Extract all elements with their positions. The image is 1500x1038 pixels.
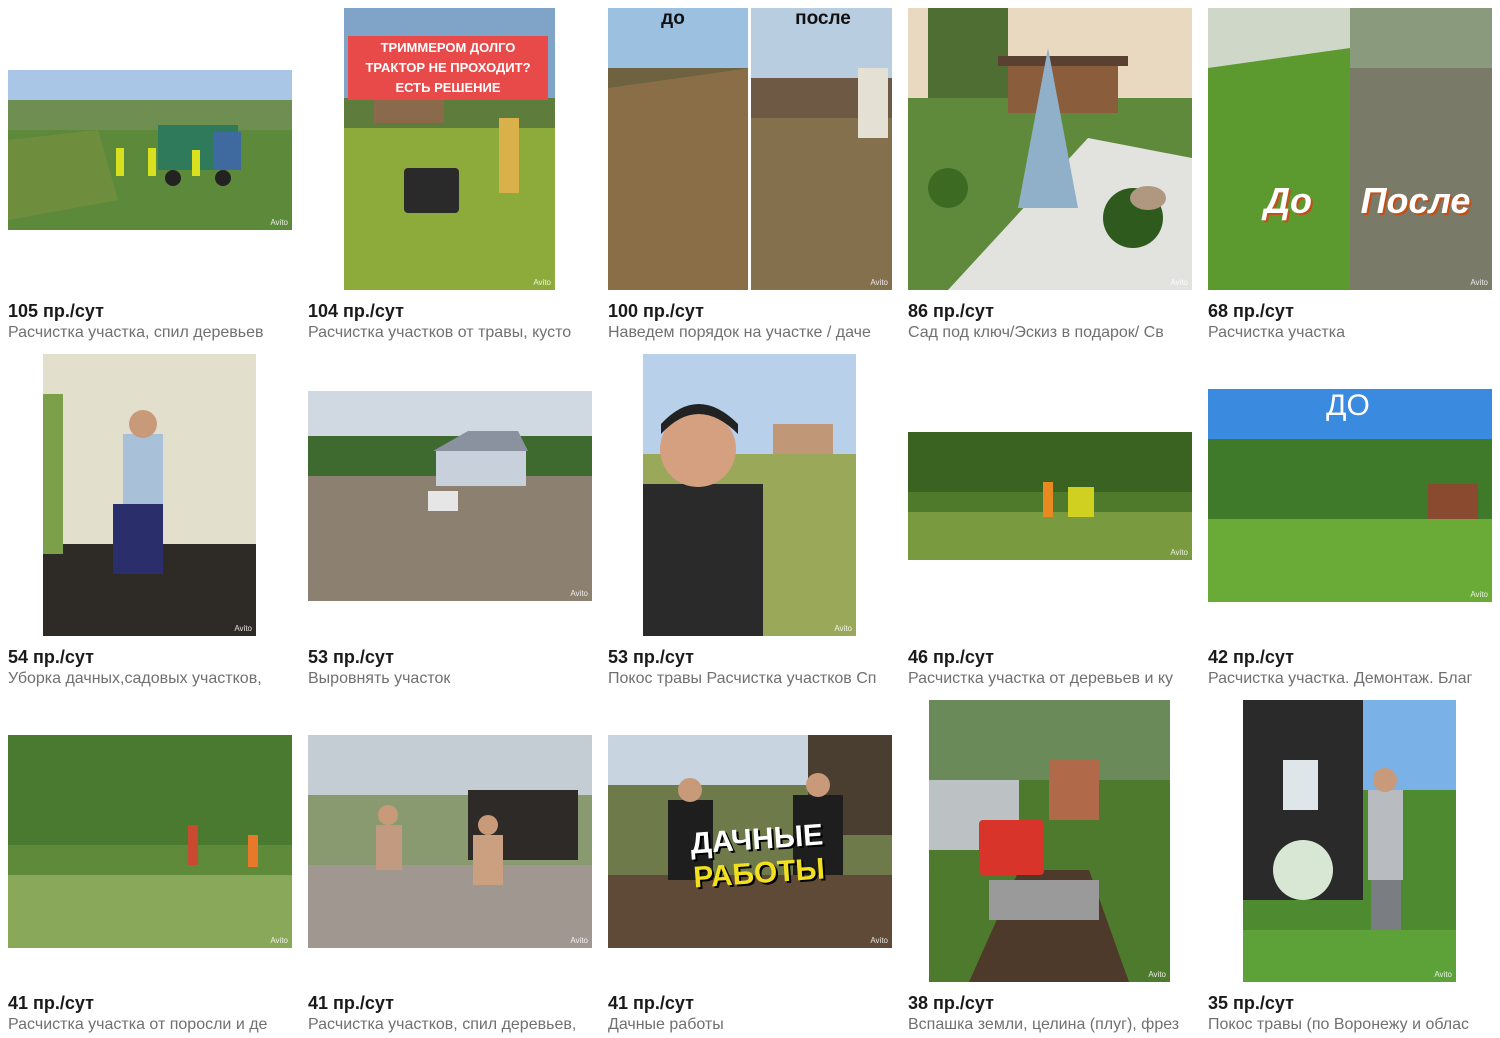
- listing-image-area: ДО Avito: [1208, 346, 1492, 636]
- listing-title[interactable]: Сад под ключ/Эскиз в подарок/ Св: [908, 324, 1192, 342]
- listing-title[interactable]: Дачные работы: [608, 1016, 892, 1034]
- watermark: Avito: [1170, 278, 1188, 287]
- listing-photo[interactable]: Avito: [308, 391, 592, 601]
- listing-price[interactable]: 54 пр./сут: [8, 647, 94, 668]
- listing-card[interactable]: Avito 86 пр./сут Сад под ключ/Эскиз в по…: [908, 0, 1192, 341]
- listing-card[interactable]: Avito 46 пр./сут Расчистка участка от де…: [908, 346, 1192, 687]
- listing-title[interactable]: Покос травы Расчистка участков Сп: [608, 670, 892, 688]
- before-label: До: [1264, 180, 1312, 221]
- listing-card[interactable]: Avito 105 пр./сут Расчистка участка, спи…: [8, 0, 292, 341]
- listing-image-area: Avito: [908, 346, 1192, 636]
- listings-grid: Avito 105 пр./сут Расчистка участка, спи…: [0, 0, 1500, 1038]
- listing-image-area: до после Avito: [608, 0, 892, 290]
- listing-card[interactable]: Avito 53 пр./сут Выровнять участок: [308, 346, 592, 687]
- listing-price[interactable]: 100 пр./сут: [608, 301, 704, 322]
- listing-price[interactable]: 38 пр./сут: [908, 993, 994, 1014]
- listing-price[interactable]: 105 пр./сут: [8, 301, 104, 322]
- listing-photo[interactable]: Avito: [43, 354, 256, 636]
- listing-photo[interactable]: Avito: [1243, 700, 1456, 982]
- listing-image-area: Avito: [908, 692, 1192, 982]
- listing-photo[interactable]: Avito: [908, 8, 1192, 290]
- watermark: Avito: [1170, 548, 1188, 557]
- listing-photo[interactable]: ДАЧНЫЕ РАБОТЫ Avito: [608, 735, 892, 948]
- listing-title[interactable]: Выровнять участок: [308, 670, 592, 688]
- listing-title[interactable]: Расчистка участка от деревьев и ку: [908, 670, 1192, 688]
- listing-price[interactable]: 41 пр./сут: [608, 993, 694, 1014]
- watermark: Avito: [570, 936, 588, 945]
- listing-price[interactable]: 104 пр./сут: [308, 301, 404, 322]
- listing-card[interactable]: Avito 41 пр./сут Расчистка участка от по…: [8, 692, 292, 1033]
- watermark: Avito: [1434, 970, 1452, 979]
- listing-card[interactable]: Avito 53 пр./сут Покос травы Расчистка у…: [608, 346, 892, 687]
- listing-photo[interactable]: ДО Avito: [1208, 389, 1492, 602]
- after-label: После: [1360, 180, 1471, 221]
- listing-photo[interactable]: до после Avito: [608, 8, 892, 290]
- listing-title[interactable]: Расчистка участков, спил деревьев,: [308, 1016, 592, 1034]
- listing-photo[interactable]: ТРИММЕРОМ ДОЛГО ТРАКТОР НЕ ПРОХОДИТ? ЕСТ…: [344, 8, 555, 290]
- watermark: Avito: [1470, 590, 1488, 599]
- listing-image-area: ДАЧНЫЕ РАБОТЫ Avito: [608, 692, 892, 982]
- listing-title[interactable]: Уборка дачных,садовых участков,: [8, 670, 292, 688]
- listing-image-area: ТРИММЕРОМ ДОЛГО ТРАКТОР НЕ ПРОХОДИТ? ЕСТ…: [308, 0, 592, 290]
- listing-card[interactable]: Avito 38 пр./сут Вспашка земли, целина (…: [908, 692, 1192, 1033]
- listing-price[interactable]: 41 пр./сут: [308, 993, 394, 1014]
- listing-image-area: Avito: [308, 692, 592, 982]
- listing-card[interactable]: до после Avito 100 пр./сут Наведем поряд…: [608, 0, 892, 341]
- listing-price[interactable]: 42 пр./сут: [1208, 647, 1294, 668]
- listing-card[interactable]: До После Avito 68 пр./сут Расчистка учас…: [1208, 0, 1492, 341]
- listing-photo[interactable]: Avito: [8, 735, 292, 948]
- listing-image-area: Avito: [1208, 692, 1492, 982]
- listing-photo[interactable]: Avito: [308, 735, 592, 948]
- listing-photo[interactable]: Avito: [908, 432, 1192, 560]
- listing-image-area: До После Avito: [1208, 0, 1492, 290]
- listing-card[interactable]: ДАЧНЫЕ РАБОТЫ Avito 41 пр./сут Дачные ра…: [608, 692, 892, 1033]
- listing-photo[interactable]: До После Avito: [1208, 8, 1492, 290]
- listing-image-area: Avito: [8, 0, 292, 290]
- listing-card[interactable]: Avito 54 пр./сут Уборка дачных,садовых у…: [8, 346, 292, 687]
- listing-title[interactable]: Вспашка земли, целина (плуг), фрез: [908, 1016, 1192, 1034]
- listing-image-area: Avito: [8, 346, 292, 636]
- before-label: ДО: [1326, 389, 1370, 422]
- listing-title[interactable]: Расчистка участка: [1208, 324, 1492, 342]
- listing-title[interactable]: Покос травы (по Воронежу и облас: [1208, 1016, 1492, 1034]
- listing-title[interactable]: Расчистка участка, спил деревьев: [8, 324, 292, 342]
- listing-photo[interactable]: Avito: [8, 70, 292, 230]
- overlay-caption: ТРИММЕРОМ ДОЛГО ТРАКТОР НЕ ПРОХОДИТ? ЕСТ…: [348, 36, 548, 100]
- listing-photo[interactable]: Avito: [929, 700, 1170, 982]
- watermark: Avito: [270, 936, 288, 945]
- watermark: Avito: [870, 936, 888, 945]
- listing-title[interactable]: Расчистка участков от травы, кусто: [308, 324, 592, 342]
- after-label: после: [795, 8, 851, 29]
- listing-price[interactable]: 46 пр./сут: [908, 647, 994, 668]
- listing-photo[interactable]: Avito: [643, 354, 856, 636]
- listing-card[interactable]: Avito 41 пр./сут Расчистка участков, спи…: [308, 692, 592, 1033]
- listing-price[interactable]: 53 пр./сут: [308, 647, 394, 668]
- watermark: Avito: [834, 624, 852, 633]
- listing-image-area: Avito: [608, 346, 892, 636]
- overlay-caption: ДАЧНЫЕ РАБОТЫ: [689, 818, 826, 895]
- before-label: до: [661, 8, 685, 29]
- watermark: Avito: [570, 589, 588, 598]
- listing-price[interactable]: 68 пр./сут: [1208, 301, 1294, 322]
- watermark: Avito: [533, 278, 551, 287]
- listing-price[interactable]: 86 пр./сут: [908, 301, 994, 322]
- listing-title[interactable]: Расчистка участка от поросли и де: [8, 1016, 292, 1034]
- listing-card[interactable]: Avito 35 пр./сут Покос травы (по Воронеж…: [1208, 692, 1492, 1033]
- watermark: Avito: [270, 218, 288, 227]
- listing-card[interactable]: ДО Avito 42 пр./сут Расчистка участка. Д…: [1208, 346, 1492, 687]
- watermark: Avito: [1470, 278, 1488, 287]
- listing-image-area: Avito: [908, 0, 1192, 290]
- listing-image-area: Avito: [308, 346, 592, 636]
- watermark: Avito: [870, 278, 888, 287]
- listing-price[interactable]: 53 пр./сут: [608, 647, 694, 668]
- listing-card[interactable]: ТРИММЕРОМ ДОЛГО ТРАКТОР НЕ ПРОХОДИТ? ЕСТ…: [308, 0, 592, 341]
- watermark: Avito: [234, 624, 252, 633]
- listing-price[interactable]: 35 пр./сут: [1208, 993, 1294, 1014]
- listing-title[interactable]: Расчистка участка. Демонтаж. Благ: [1208, 670, 1492, 688]
- watermark: Avito: [1148, 970, 1166, 979]
- listing-image-area: Avito: [8, 692, 292, 982]
- listing-title[interactable]: Наведем порядок на участке / даче: [608, 324, 892, 342]
- listing-price[interactable]: 41 пр./сут: [8, 993, 94, 1014]
